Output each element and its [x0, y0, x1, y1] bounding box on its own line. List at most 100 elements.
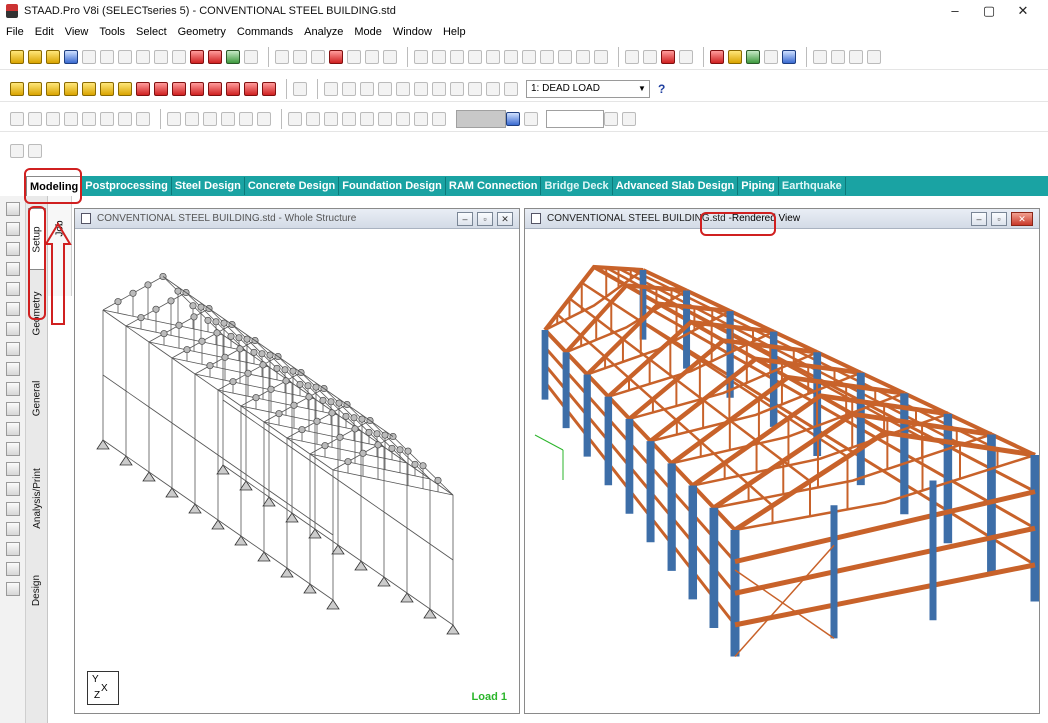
tab-piping[interactable]: Piping: [738, 177, 779, 195]
wireframe-viewport[interactable]: Y X Z Load 1: [75, 230, 519, 713]
minimize-button[interactable]: –: [938, 2, 972, 20]
add-node-icon[interactable]: [5, 382, 20, 396]
mirror-icon[interactable]: [288, 111, 302, 126]
node-distance-icon[interactable]: [486, 49, 500, 64]
symbols-icon[interactable]: [414, 111, 428, 126]
arrow-split-icon[interactable]: [504, 49, 518, 64]
load-icon[interactable]: [504, 81, 518, 96]
geometry-cursor-icon[interactable]: [100, 111, 114, 126]
add-beam-icon[interactable]: [185, 111, 199, 126]
zoom-dynamic-icon[interactable]: [396, 81, 410, 96]
zoom-previous-icon[interactable]: [414, 81, 428, 96]
zoom-window-icon[interactable]: [324, 81, 338, 96]
window-tile-icon[interactable]: [867, 49, 881, 64]
drawing-icon[interactable]: [661, 49, 675, 64]
add-plate-icon[interactable]: [203, 111, 217, 126]
section-field[interactable]: [456, 109, 506, 128]
circle-icon[interactable]: [5, 522, 20, 536]
plates-cursor-icon[interactable]: [46, 111, 60, 126]
structure-wizard-icon[interactable]: [226, 49, 240, 64]
open-file-icon[interactable]: [28, 49, 42, 64]
camera-icon[interactable]: [329, 49, 343, 64]
delete-icon[interactable]: [136, 49, 150, 64]
rotate-right-icon[interactable]: [190, 81, 204, 96]
plane-rotate-icon[interactable]: [244, 81, 258, 96]
table-icon[interactable]: [450, 49, 464, 64]
graph-icon[interactable]: [625, 49, 639, 64]
bottom-view-icon[interactable]: [100, 81, 114, 96]
report-icon[interactable]: [208, 49, 222, 64]
rotate-geometry-icon[interactable]: [306, 111, 320, 126]
spinner-icon[interactable]: [604, 111, 618, 126]
gear-icon[interactable]: [118, 111, 132, 126]
tab-earthquake[interactable]: Earthquake: [779, 177, 846, 195]
merge-icon[interactable]: [522, 49, 536, 64]
vtab-design[interactable]: Design: [28, 558, 46, 622]
dimension-icon[interactable]: [432, 49, 446, 64]
left-view-icon[interactable]: [46, 81, 60, 96]
zoom-in-icon[interactable]: [342, 81, 356, 96]
spin-left-icon[interactable]: [208, 81, 222, 96]
rotate-down-icon[interactable]: [154, 81, 168, 96]
zoom-extents-icon[interactable]: [432, 81, 446, 96]
tab-postprocessing[interactable]: Postprocessing: [82, 177, 172, 195]
export-icon[interactable]: [347, 49, 361, 64]
calculator-icon[interactable]: [728, 49, 742, 64]
beam-cursor-icon[interactable]: [5, 242, 20, 256]
intersect-icon[interactable]: [342, 111, 356, 126]
window-restore-button[interactable]: ▫: [477, 212, 493, 226]
magnifier-icon[interactable]: [486, 81, 500, 96]
print-preview-icon[interactable]: [293, 49, 307, 64]
magnify-icon[interactable]: [558, 49, 572, 64]
menu-select[interactable]: Select: [136, 26, 167, 38]
tab-ram-connection[interactable]: RAM Connection: [446, 177, 542, 195]
phone-icon[interactable]: [746, 49, 760, 64]
label-icon[interactable]: [396, 111, 410, 126]
beam-add-icon[interactable]: [5, 462, 20, 476]
merge-nodes-icon[interactable]: [360, 111, 374, 126]
window-save-icon[interactable]: [831, 49, 845, 64]
menu-edit[interactable]: Edit: [35, 26, 54, 38]
document-icon[interactable]: [383, 49, 397, 64]
report-setup-icon[interactable]: [365, 49, 379, 64]
apply-icon[interactable]: [622, 111, 636, 126]
pan-icon[interactable]: [450, 81, 464, 96]
window-minimize-button[interactable]: –: [457, 212, 473, 226]
page-icon[interactable]: [414, 49, 428, 64]
display-window-icon[interactable]: [293, 81, 307, 96]
zoom-out-icon[interactable]: [360, 81, 374, 96]
isometric-view-icon[interactable]: [118, 81, 132, 96]
tool-icon[interactable]: [594, 49, 608, 64]
rendered-viewport[interactable]: [525, 230, 1039, 713]
tab-bridge-deck[interactable]: Bridge Deck: [541, 177, 613, 195]
back-view-icon[interactable]: [28, 81, 42, 96]
open-folder-icon[interactable]: [46, 49, 60, 64]
tab-concrete-design[interactable]: Concrete Design: [245, 177, 340, 195]
edit-icon[interactable]: [576, 49, 590, 64]
plate-cursor-icon[interactable]: [5, 262, 20, 276]
grid-cursor-icon[interactable]: [5, 342, 20, 356]
window-close-button[interactable]: ✕: [497, 212, 513, 226]
solid-cursor-icon[interactable]: [5, 302, 20, 316]
rotate-up-icon[interactable]: [136, 81, 150, 96]
grid-icon[interactable]: [136, 111, 150, 126]
window-icon[interactable]: [813, 49, 827, 64]
select-cursor-icon[interactable]: [5, 202, 20, 216]
menu-analyze[interactable]: Analyze: [304, 26, 343, 38]
menu-help[interactable]: Help: [443, 26, 466, 38]
dropdown-toggle-icon[interactable]: [506, 111, 520, 126]
geometry-cursor-icon[interactable]: [5, 322, 20, 336]
new-file-icon[interactable]: [10, 49, 24, 64]
snap-grid-icon[interactable]: [5, 442, 20, 456]
save-icon[interactable]: [64, 49, 78, 64]
pen-icon[interactable]: [679, 49, 693, 64]
menu-tools[interactable]: Tools: [99, 26, 125, 38]
page-select-icon[interactable]: [28, 144, 42, 158]
pin-icon[interactable]: [764, 49, 778, 64]
value-field[interactable]: [546, 109, 604, 128]
print-icon[interactable]: [275, 49, 289, 64]
run-analysis-icon[interactable]: [190, 49, 204, 64]
move-node-icon[interactable]: [5, 402, 20, 416]
menu-view[interactable]: View: [65, 26, 89, 38]
page-cursor-icon[interactable]: [10, 144, 24, 158]
